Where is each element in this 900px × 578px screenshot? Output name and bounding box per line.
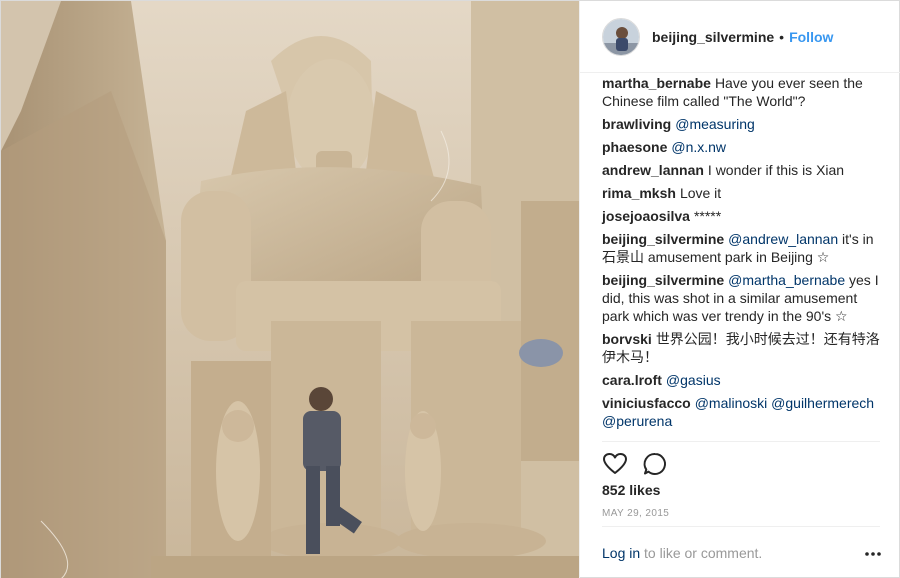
post-header: beijing_silvermine • Follow [580,1,900,73]
login-link[interactable]: Log in [602,545,640,561]
divider [602,526,880,527]
comment: viniciusfacco @malinoski @guilhermerech @… [602,394,880,430]
avatar[interactable] [602,17,640,56]
comment-text: ***** [693,208,722,224]
comment-icon[interactable] [642,451,668,477]
instagram-post: beijing_silvermine • Follow martha_berna… [0,0,900,578]
comment-text: I wonder if this is Xian [707,162,845,178]
follow-button[interactable]: Follow [789,29,833,45]
post-date: MAY 29, 2015 [602,508,670,519]
comment-username[interactable]: martha_bernabe [602,75,711,91]
comment-username[interactable]: andrew_lannan [602,162,704,178]
comment-username[interactable]: phaesone [602,139,667,155]
comment-username[interactable]: rima_mksh [602,185,676,201]
heart-icon[interactable] [602,451,628,477]
post-side-panel: beijing_silvermine • Follow martha_berna… [579,1,900,578]
comment: phaesone @n.x.nw [602,138,880,156]
more-options-icon[interactable] [864,547,882,561]
action-bar [602,451,682,477]
comment-username[interactable]: josejoaosilva [602,208,690,224]
comment-username[interactable]: borvski [602,331,652,347]
comment: borvski 世界公园！我小时候去过！还有特洛伊木马！ [602,330,880,366]
comment-mention[interactable]: @n.x.nw [671,139,726,155]
comment: brawliving @measuring [602,115,880,133]
comment-text: Love it [679,185,722,201]
likes-count[interactable]: 852 likes [602,482,660,498]
comment-username[interactable]: cara.lroft [602,372,662,388]
comment: andrew_lannan I wonder if this is Xian [602,161,880,179]
login-prompt: Log in to like or comment. [602,545,762,561]
divider [602,441,880,442]
header-username[interactable]: beijing_silvermine [652,29,774,45]
post-photo [1,1,579,578]
comment: josejoaosilva ***** [602,207,880,225]
comment-username[interactable]: brawliving [602,116,671,132]
comment: martha_bernabe Have you ever seen the Chi… [602,74,880,110]
comment-username[interactable]: viniciusfacco [602,395,691,411]
comment-username[interactable]: beijing_silvermine [602,272,724,288]
header-separator-dot: • [779,28,785,45]
comment-mention[interactable]: @martha_bernabe [728,272,845,288]
comment-username[interactable]: beijing_silvermine [602,231,724,247]
comment-mention[interactable]: @measuring [675,116,755,132]
comment: rima_mksh Love it [602,184,880,202]
comment: cara.lroft @gasius [602,371,880,389]
comment-mention[interactable]: @gasius [666,372,721,388]
comment: beijing_silvermine @martha_bernabe yes I … [602,271,880,325]
comment: beijing_silvermine @andrew_lannan it's in… [602,230,880,266]
login-prompt-text: to like or comment. [640,545,763,561]
comment-mention[interactable]: @andrew_lannan [728,231,838,247]
comments-list: martha_bernabe Have you ever seen the Chi… [602,74,880,435]
